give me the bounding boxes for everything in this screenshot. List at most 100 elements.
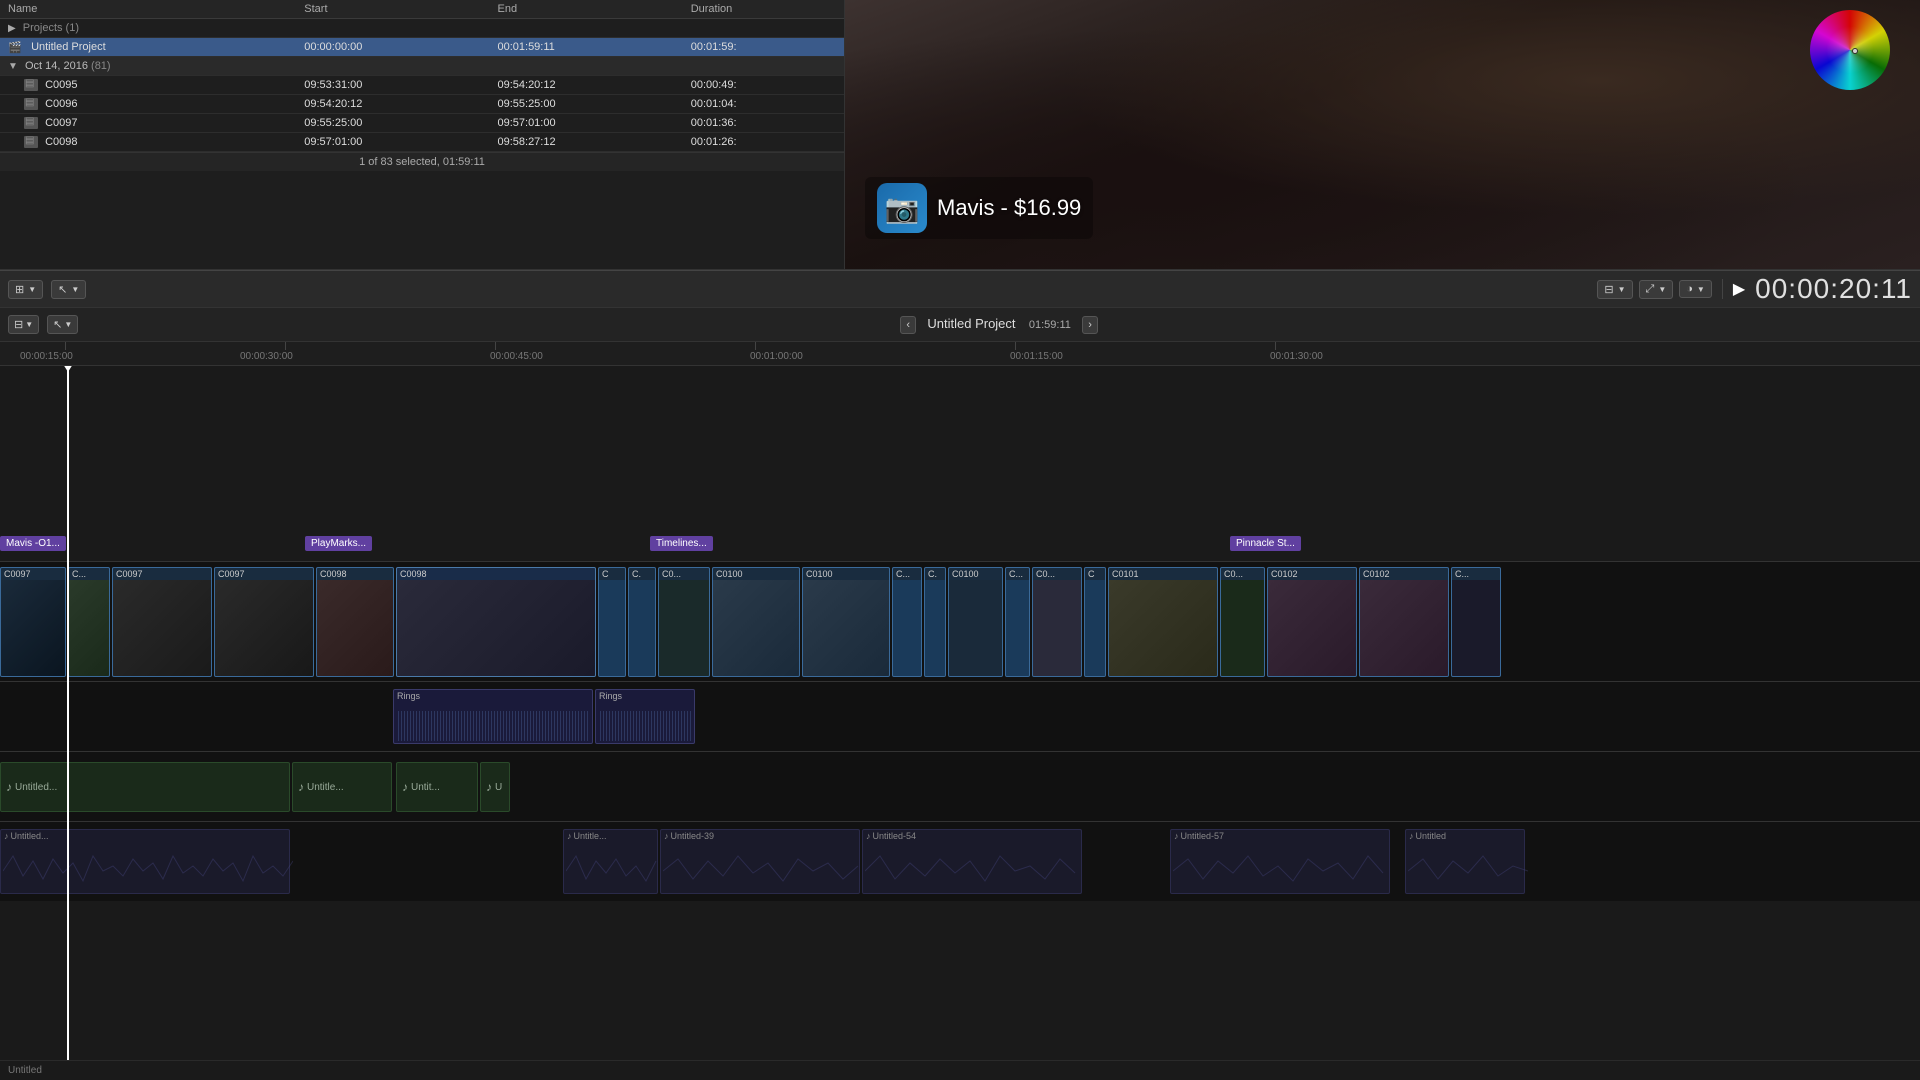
- video-clip-c0098-1[interactable]: C0098: [316, 567, 394, 677]
- clip-name-c0095: C0095: [45, 79, 77, 91]
- audio-note-icon-6: ♪: [1409, 831, 1414, 841]
- timeline-forward-btn[interactable]: ›: [1082, 316, 1098, 334]
- group-date: Oct 14, 2016: [25, 60, 88, 72]
- audio-bottom-waveform-6: [1408, 851, 1528, 891]
- view-options-btn[interactable]: ⊞ ▼: [8, 280, 43, 299]
- clip-duration-c0095: 00:00:49:: [683, 76, 844, 95]
- clip-label: C.: [925, 568, 945, 580]
- group-collapse-arrow: ▼: [8, 61, 18, 72]
- clip-thumbnail: [215, 580, 313, 676]
- ruler-label-0: 00:00:15:00: [20, 351, 73, 362]
- video-clip-c-6[interactable]: C: [1084, 567, 1106, 677]
- clip-end-c0097: 09:57:01:00: [489, 114, 682, 133]
- clip-icon-c0098: [24, 136, 38, 148]
- ruler-label-1: 00:00:30:00: [240, 351, 293, 362]
- clip-label: C0...: [1221, 568, 1264, 580]
- video-clip-c0102-2[interactable]: C0102: [1359, 567, 1449, 677]
- audio-bottom-clip-untitled57[interactable]: ♪ Untitled-57: [1170, 829, 1390, 894]
- video-clip-c0-1[interactable]: C0...: [658, 567, 710, 677]
- video-clip-c-5[interactable]: C...: [1005, 567, 1030, 677]
- video-clip-c0-2[interactable]: C0...: [1032, 567, 1082, 677]
- group-header-row[interactable]: ▼ Oct 14, 2016 (81): [0, 57, 844, 76]
- video-clip-c0100-1[interactable]: C0100: [712, 567, 800, 677]
- audio-waveform: [598, 711, 692, 741]
- video-clip-c0-3[interactable]: C0...: [1220, 567, 1265, 677]
- project-end: 00:01:59:11: [489, 38, 682, 57]
- clip-name-c0096: C0096: [45, 98, 77, 110]
- audio-bottom-row: ♪ Untitled... ♪ Untitle... ♪: [0, 821, 1920, 901]
- scope-icon: ◑: [1686, 283, 1693, 295]
- video-clip-c0100-3[interactable]: C0100: [948, 567, 1003, 677]
- clip-start-c0097: 09:55:25:00: [296, 114, 489, 133]
- audio-bottom-label: ♪ Untitle...: [564, 830, 657, 842]
- video-clip-c0098-2[interactable]: C0098: [396, 567, 596, 677]
- video-clip-c-small[interactable]: C...: [68, 567, 110, 677]
- tool-toggle-chevron: ▼: [64, 320, 72, 329]
- clip-row-c0095[interactable]: C0095 09:53:31:00 09:54:20:12 00:00:49:: [0, 76, 844, 95]
- clip-thumbnail: [1109, 580, 1217, 676]
- transform-btn[interactable]: ⤢ ▼: [1639, 280, 1674, 299]
- play-button[interactable]: ▶: [1733, 279, 1745, 299]
- video-clip-c-last[interactable]: C...: [1451, 567, 1501, 677]
- clip-row-c0096[interactable]: C0096 09:54:20:12 09:55:25:00 00:01:04:: [0, 95, 844, 114]
- clip-thumbnail: [1006, 580, 1029, 676]
- clip-label: C0100: [949, 568, 1002, 580]
- clip-label: C0102: [1268, 568, 1356, 580]
- clip-label: C.: [629, 568, 655, 580]
- video-clip-c-4[interactable]: C.: [924, 567, 946, 677]
- clip-thumbnail: [1452, 580, 1500, 676]
- color-wheel: [1810, 10, 1890, 90]
- audio-bottom-clip-untitled[interactable]: ♪ Untitled: [1405, 829, 1525, 894]
- waveform-chevron: ▼: [1618, 285, 1626, 294]
- subtitle-clip-2[interactable]: ♪ Untitle...: [292, 762, 392, 812]
- audio-bottom-clip-2[interactable]: ♪ Untitle...: [563, 829, 658, 894]
- audio-clip-rings-1[interactable]: Rings: [393, 689, 593, 744]
- playhead[interactable]: [67, 366, 69, 1060]
- video-clip-c0101[interactable]: C0101: [1108, 567, 1218, 677]
- audio-bottom-label: ♪ Untitled: [1406, 830, 1524, 842]
- video-clip-c0097-2[interactable]: C0097: [112, 567, 212, 677]
- video-clip-c0097-3[interactable]: C0097: [214, 567, 314, 677]
- ruler-tick-3: [755, 342, 756, 350]
- ruler-tick-0: [65, 342, 66, 350]
- waveform-icon: ⊟: [1604, 283, 1613, 296]
- subtitle-clip-4[interactable]: ♪ U: [480, 762, 510, 812]
- subtitle-clip-3[interactable]: ♪ Untit...: [396, 762, 478, 812]
- tool-toggle-icon: ↖: [53, 318, 62, 331]
- video-clip-c-2[interactable]: C.: [628, 567, 656, 677]
- ruler-tick-1: [285, 342, 286, 350]
- audio-waveform: [396, 711, 590, 741]
- subtitle-label: ♪ Untitle...: [298, 780, 344, 794]
- clip-row-c0097[interactable]: C0097 09:55:25:00 09:57:01:00 00:01:36:: [0, 114, 844, 133]
- video-clip-c0102-1[interactable]: C0102: [1267, 567, 1357, 677]
- projects-header-row[interactable]: ▶ Projects (1): [0, 19, 844, 38]
- timeline-back-btn[interactable]: ‹: [900, 316, 916, 334]
- clip-label: C...: [69, 568, 109, 580]
- tool-select-btn[interactable]: ↖ ▼: [51, 280, 86, 299]
- tool-toggle-btn[interactable]: ↖ ▼: [47, 315, 78, 334]
- video-clip-c0097-1[interactable]: C0097: [0, 567, 66, 677]
- clip-row-c0098[interactable]: C0098 09:57:01:00 09:58:27:12 00:01:26:: [0, 133, 844, 152]
- scope-btn[interactable]: ◑ ▼: [1679, 280, 1712, 298]
- app-overlay-text: Mavis - $16.99: [937, 195, 1081, 221]
- video-clip-c-3[interactable]: C...: [892, 567, 922, 677]
- audio-bottom-clip-untitled54[interactable]: ♪ Untitled-54: [862, 829, 1082, 894]
- audio-bottom-clip-untitled39[interactable]: ♪ Untitled-39: [660, 829, 860, 894]
- clip-icon-c0095: [24, 79, 38, 91]
- clip-thumbnail: [69, 580, 109, 676]
- clip-thumbnail: [397, 580, 595, 676]
- clip-thumbnail: [803, 580, 889, 676]
- video-clip-c-1[interactable]: C: [598, 567, 626, 677]
- audio-clip-rings-2[interactable]: Rings: [595, 689, 695, 744]
- project-row[interactable]: 🎬 Untitled Project 00:00:00:00 00:01:59:…: [0, 38, 844, 57]
- preview-video: 📷 Mavis - $16.99: [845, 0, 1920, 269]
- view-toggle-btn[interactable]: ⊟ ▼: [8, 315, 39, 334]
- playhead-head: [63, 366, 73, 372]
- app-overlay: 📷 Mavis - $16.99: [865, 177, 1093, 239]
- scope-chevron: ▼: [1697, 285, 1705, 294]
- subtitle-clip-1[interactable]: ♪ Untitled...: [0, 762, 290, 812]
- subtitle-label: ♪ Untitled...: [6, 780, 57, 794]
- audio-bottom-clip-1[interactable]: ♪ Untitled...: [0, 829, 290, 894]
- video-clip-c0100-2[interactable]: C0100: [802, 567, 890, 677]
- waveform-btn[interactable]: ⊟ ▼: [1597, 280, 1632, 299]
